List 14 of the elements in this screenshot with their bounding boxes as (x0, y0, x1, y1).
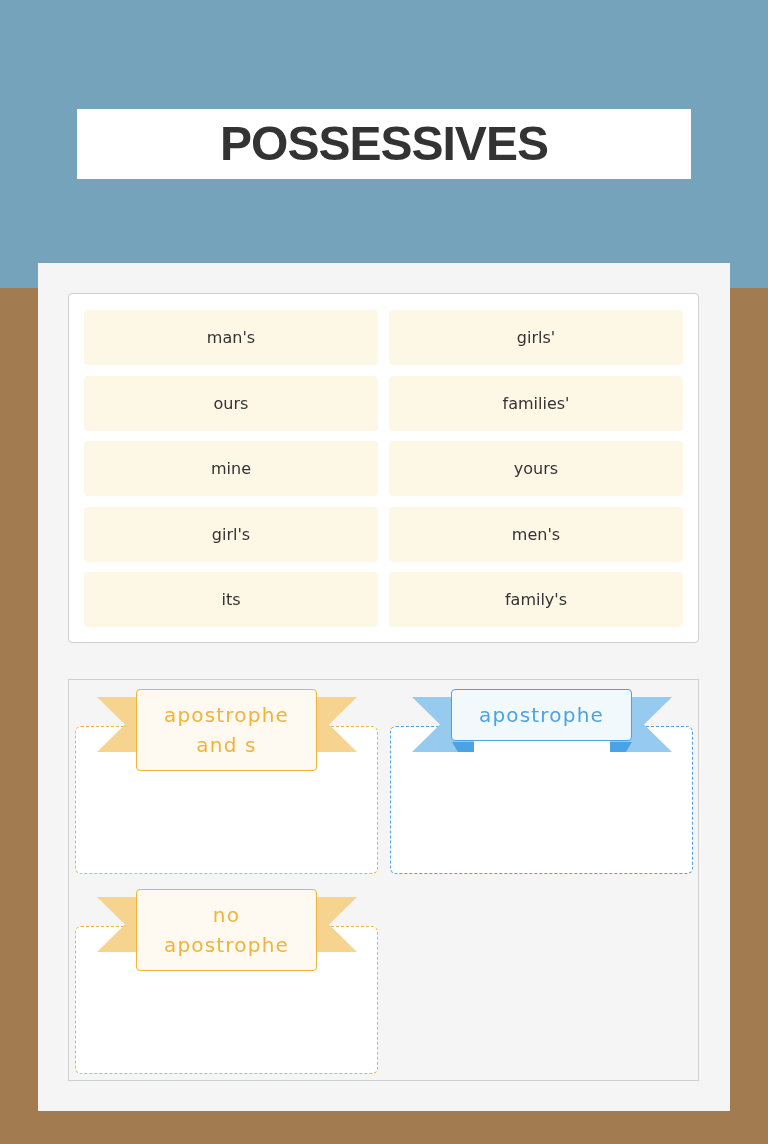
word-tile[interactable]: ours (84, 375, 378, 431)
word-tile[interactable]: girls' (389, 310, 683, 365)
category-label: apostrophe and s (136, 689, 317, 771)
page-title: POSSESSIVES (220, 120, 548, 168)
word-tile[interactable]: man's (84, 310, 378, 365)
word-tile[interactable]: families' (389, 375, 683, 431)
category-label: apostrophe (451, 689, 632, 741)
word-tile[interactable]: family's (389, 572, 683, 627)
word-tile[interactable]: girl's (84, 506, 378, 562)
word-tile[interactable]: yours (389, 441, 683, 496)
category-label: no apostrophe (136, 889, 317, 971)
word-tile[interactable]: men's (389, 506, 683, 562)
word-tile[interactable]: its (84, 572, 378, 627)
word-tile[interactable]: mine (84, 441, 378, 496)
